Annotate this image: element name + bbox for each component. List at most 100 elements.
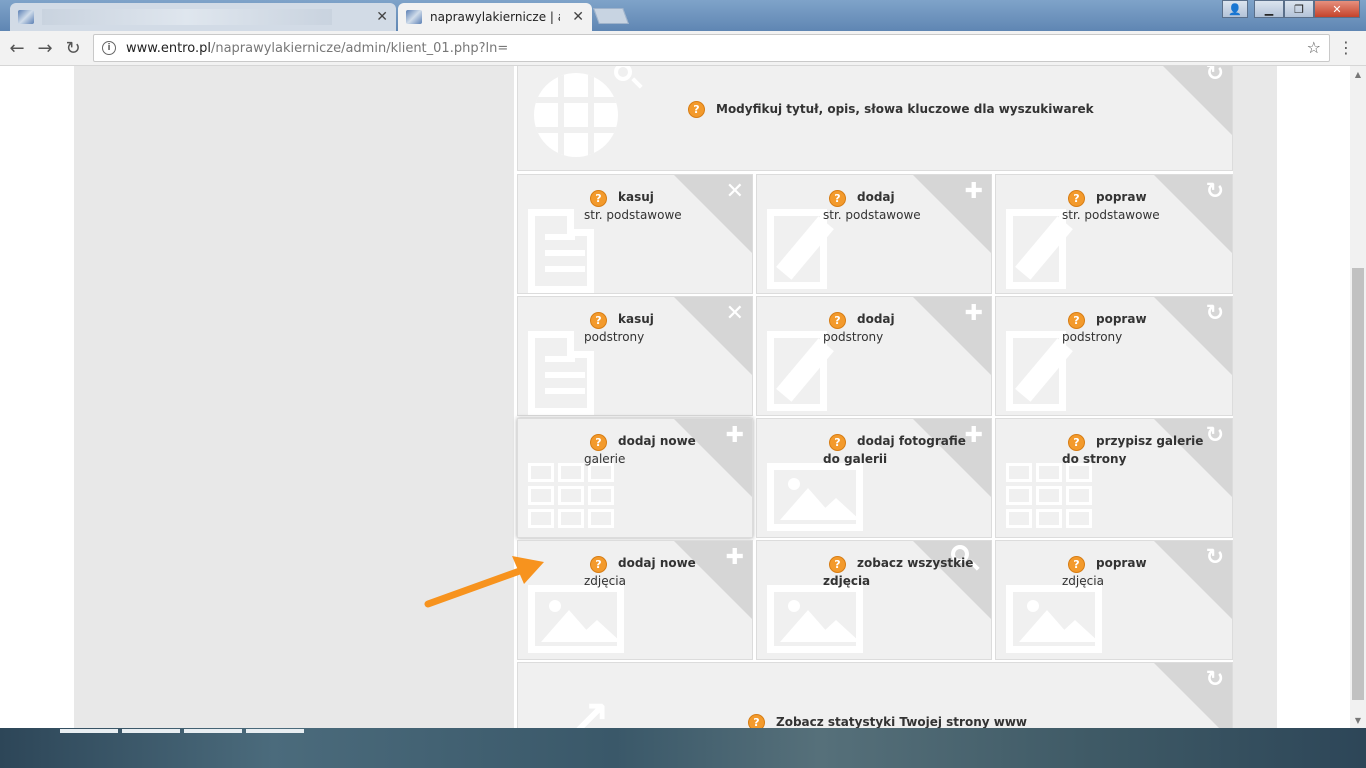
tile-add-subpages[interactable]: ✚ ? dodaj podstrony (756, 296, 992, 416)
new-tab-button[interactable] (593, 8, 629, 24)
help-icon[interactable]: ? (829, 434, 846, 451)
tile-view-all-photos[interactable]: ? zobacz wszystkie zdjęcia (756, 540, 992, 660)
tile-title: dodaj (857, 312, 895, 326)
tile-add-photos-to-gallery[interactable]: ✚ ? dodaj fotografie do galerii (756, 418, 992, 538)
maximize-button[interactable]: ❐ (1284, 0, 1314, 18)
info-icon[interactable]: i (102, 41, 116, 55)
close-icon: ✕ (725, 301, 744, 326)
tile-assign-gallery[interactable]: ↻ ? przypisz galerie do strony (995, 418, 1233, 538)
image-icon (767, 585, 863, 653)
tile-subtitle: podstrony (584, 330, 645, 344)
forward-button[interactable]: → (34, 37, 56, 59)
back-button[interactable]: ← (6, 37, 28, 59)
tile-title: popraw (1096, 556, 1147, 570)
help-icon[interactable]: ? (829, 312, 846, 329)
plus-icon: ✚ (725, 423, 744, 448)
help-icon[interactable]: ? (829, 190, 846, 207)
orange-arrow-pointer (424, 556, 544, 608)
url-host: www.entro.pl (126, 40, 211, 56)
help-icon[interactable]: ? (748, 714, 765, 728)
site-favicon-icon (18, 10, 34, 24)
tile-edit-photos[interactable]: ↻ ? popraw zdjęcia (995, 540, 1233, 660)
tab-strip: ✕ naprawylakiernicze | admi ✕ 👤 ▁ ❐ ✕ (0, 0, 1366, 31)
help-icon[interactable]: ? (829, 556, 846, 573)
tile-title: dodaj fotografie (857, 434, 966, 448)
tile-title: popraw (1096, 190, 1147, 204)
address-bar[interactable]: i www.entro.pl /naprawylakiernicze/admin… (93, 34, 1330, 62)
tab-blurred[interactable]: ✕ (10, 3, 396, 31)
tile-subtitle: zdjęcia (823, 574, 871, 588)
tile-edit-main-pages[interactable]: ↻ ? popraw str. podstawowe (995, 174, 1233, 294)
close-icon: ✕ (725, 179, 744, 204)
tile-title: kasuj (618, 190, 654, 204)
page-scrollbar[interactable]: ▲ ▼ (1350, 66, 1366, 728)
tab-active[interactable]: naprawylakiernicze | admi ✕ (398, 3, 592, 31)
tile-subtitle: zdjęcia (584, 574, 626, 588)
tile-subtitle: do galerii (823, 452, 888, 466)
tile-title: dodaj nowe (618, 556, 696, 570)
chart-arrow-icon: ↗ (570, 691, 611, 728)
tab-close-icon[interactable]: ✕ (572, 9, 584, 25)
tile-subtitle: podstrony (1062, 330, 1123, 344)
help-icon[interactable]: ? (1068, 556, 1085, 573)
site-favicon-icon (406, 10, 422, 24)
user-icon[interactable]: 👤 (1222, 0, 1248, 18)
tile-delete-main-pages[interactable]: ✕ ? kasuj str. podstawowe (517, 174, 753, 294)
tile-delete-subpages[interactable]: ✕ ? kasuj podstrony (517, 296, 753, 416)
page-content: ↻ ? Modyfikuj tytuł, opis, słowa kluczow… (0, 66, 1350, 728)
tile-title: dodaj nowe (618, 434, 696, 448)
tile-statistics-title: Zobacz statystyki Twojej strony www (776, 715, 1027, 728)
os-taskbar (0, 728, 1366, 768)
tab-title-blurred (42, 9, 332, 25)
scroll-down-arrow-icon[interactable]: ▼ (1350, 712, 1366, 728)
tile-seo-title: Modyfikuj tytuł, opis, słowa kluczowe dl… (716, 102, 1094, 116)
tile-subtitle: str. podstawowe (1062, 208, 1160, 222)
taskbar-item[interactable] (246, 729, 304, 733)
help-icon[interactable]: ? (590, 190, 607, 207)
bookmark-star-icon[interactable]: ☆ (1307, 38, 1321, 57)
tile-add-main-pages[interactable]: ✚ ? dodaj str. podstawowe (756, 174, 992, 294)
browser-toolbar: ← → ↻ i www.entro.pl /naprawylakiernicze… (0, 31, 1366, 66)
tile-title: popraw (1096, 312, 1147, 326)
minimize-button[interactable]: ▁ (1254, 0, 1284, 18)
browser-menu-icon[interactable]: ⋮ (1338, 38, 1354, 57)
plus-icon: ✚ (964, 179, 983, 204)
help-icon[interactable]: ? (1068, 190, 1085, 207)
refresh-icon: ↻ (1205, 301, 1224, 326)
refresh-icon: ↻ (1205, 545, 1224, 570)
tile-edit-subpages[interactable]: ↻ ? popraw podstrony (995, 296, 1233, 416)
scroll-thumb[interactable] (1352, 268, 1364, 700)
taskbar-item[interactable] (184, 729, 242, 733)
help-icon[interactable]: ? (688, 101, 705, 118)
close-window-button[interactable]: ✕ (1314, 0, 1360, 18)
reload-button[interactable]: ↻ (62, 37, 84, 59)
url-path: /naprawylakiernicze/admin/klient_01.php?… (210, 40, 509, 56)
tile-subtitle: str. podstawowe (823, 208, 921, 222)
help-icon[interactable]: ? (1068, 434, 1085, 451)
plus-icon: ✚ (964, 301, 983, 326)
image-icon (1006, 585, 1102, 653)
tile-statistics[interactable]: ↻ ↗ ? Zobacz statystyki Twojej strony ww… (517, 662, 1233, 728)
help-icon[interactable]: ? (590, 434, 607, 451)
gallery-grid-icon (528, 463, 614, 528)
tab-title: naprawylakiernicze | admi (430, 10, 560, 24)
window-controls: 👤 ▁ ❐ ✕ (1222, 0, 1360, 18)
tile-subtitle: str. podstawowe (584, 208, 682, 222)
search-icon (614, 66, 632, 81)
taskbar-item[interactable] (60, 729, 118, 733)
tile-title: przypisz galerie (1096, 434, 1204, 448)
tile-add-gallery[interactable]: ✚ ? dodaj nowe galerie (517, 418, 753, 538)
scroll-up-arrow-icon[interactable]: ▲ (1350, 66, 1366, 82)
tile-title: dodaj (857, 190, 895, 204)
taskbar-item[interactable] (122, 729, 180, 733)
tile-subtitle: do strony (1062, 452, 1127, 466)
tile-subtitle: galerie (584, 452, 626, 466)
help-icon[interactable]: ? (590, 556, 607, 573)
help-icon[interactable]: ? (1068, 312, 1085, 329)
help-icon[interactable]: ? (590, 312, 607, 329)
refresh-icon: ↻ (1205, 179, 1224, 204)
left-panel (74, 66, 514, 728)
tile-seo[interactable]: ↻ ? Modyfikuj tytuł, opis, słowa kluczow… (517, 66, 1233, 171)
tile-title: zobacz wszystkie (857, 556, 974, 570)
tab-close-icon[interactable]: ✕ (376, 9, 388, 25)
